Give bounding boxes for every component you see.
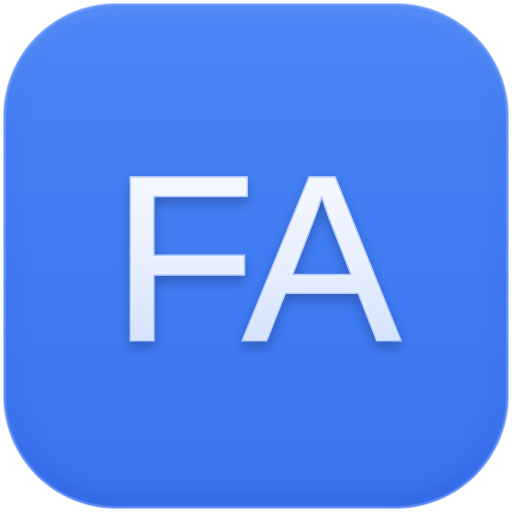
app-icon-label: FA xyxy=(112,127,401,391)
app-icon[interactable]: FA xyxy=(4,4,508,508)
app-icon-glyphs: FA xyxy=(110,126,402,393)
